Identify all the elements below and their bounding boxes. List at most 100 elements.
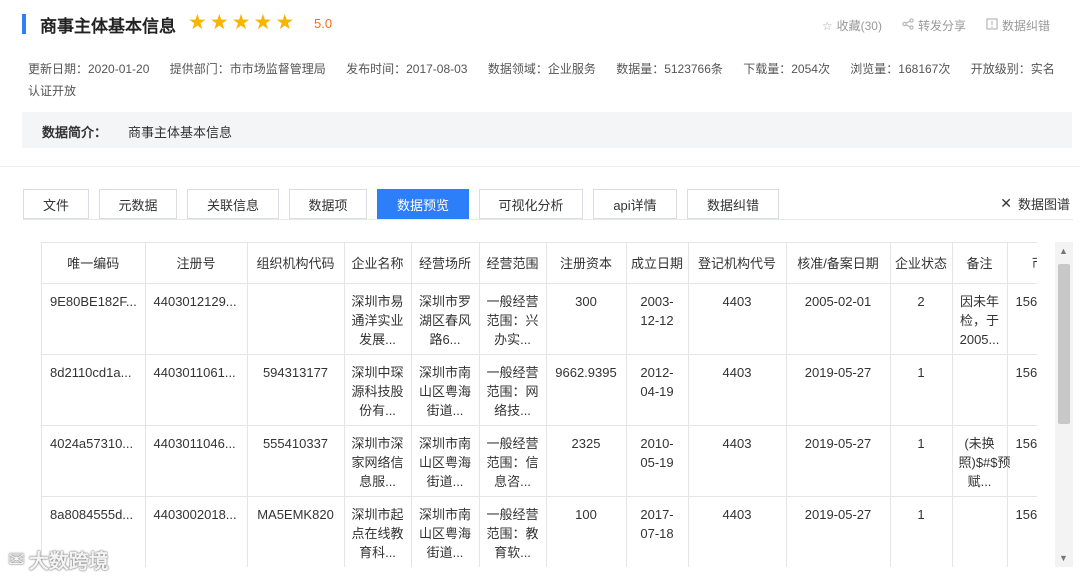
column-header[interactable]: 登记机构代号 (688, 243, 787, 284)
table-cell: 一般经营范围：信息咨... (479, 425, 547, 497)
table-cell: 4403011046... (145, 425, 248, 497)
column-header[interactable]: 经营范围 (479, 243, 547, 284)
table-row[interactable]: 8a8084555d... 4403002018... MA5EMK820 深圳… (42, 496, 1037, 567)
share-button[interactable]: 转发分享 (902, 17, 966, 34)
scroll-up-arrow-icon[interactable]: ▲ (1059, 246, 1068, 256)
table-cell: 因未年检，于2005... (952, 283, 1008, 355)
table-cell (952, 354, 1008, 426)
table-cell: 4024a57310... (42, 425, 146, 497)
meta-records: 数据量：5123766条 (616, 62, 723, 76)
table-cell: 2019-05-27 (786, 425, 891, 497)
table-cell: 156 (1007, 354, 1037, 426)
meta-downloads: 下载量：2054次 (743, 62, 830, 76)
title-accent-bar (22, 14, 26, 34)
watermark-text: 大数跨境 (28, 551, 109, 573)
table-cell: 深圳市罗湖区春风路6... (411, 283, 480, 355)
tab-metadata[interactable]: 元数据 (99, 189, 177, 219)
column-header[interactable]: 核准/备案日期 (786, 243, 891, 284)
star-outline-icon: ☆ (821, 18, 833, 33)
table-cell: 深圳市南山区粤海街道... (411, 496, 480, 567)
column-header[interactable]: 组织机构代码 (247, 243, 345, 284)
dataset-summary: 数据简介： 商事主体基本信息 (22, 112, 1072, 148)
meta-published: 发布时间：2017-08-03 (346, 62, 468, 76)
table-cell: 1 (890, 354, 953, 426)
tab-related-info[interactable]: 关联信息 (187, 189, 279, 219)
table-cell: 2005-02-01 (786, 283, 891, 355)
table-cell: 一般经营范围：兴办实... (479, 283, 547, 355)
star-icon: ★ (231, 11, 251, 34)
table-cell: 2019-05-27 (786, 496, 891, 567)
table-cell: MA5EMK820 (247, 496, 345, 567)
table-cell: 4403 (688, 496, 787, 567)
star-icon: ★ (275, 11, 295, 34)
summary-label: 数据简介： (42, 125, 108, 140)
table-cell: 深圳市起点在线教育科... (344, 496, 412, 567)
table-cell: 2010-05-19 (626, 425, 689, 497)
table-cell: 156 (1007, 283, 1037, 355)
table-cell: 2 (890, 283, 953, 355)
meta-department: 提供部门：市市场监督管理局 (169, 62, 326, 76)
column-header[interactable]: 唯一编码 (42, 243, 146, 284)
table-cell: 156 (1007, 425, 1037, 497)
table-cell: 深圳中琛源科技股份有... (344, 354, 412, 426)
column-header[interactable]: 企业状态 (890, 243, 953, 284)
table-cell: 1 (890, 425, 953, 497)
table-cell: 2017-07-18 (626, 496, 689, 567)
table-cell: 深圳市南山区粤海街道... (411, 425, 480, 497)
table-cell: 2012-04-19 (626, 354, 689, 426)
table-cell: 4403 (688, 425, 787, 497)
rating-stars: ★ ★ ★ ★ ★ (188, 11, 294, 35)
table-cell: 4403012129... (145, 283, 248, 355)
column-header[interactable]: 注册号 (145, 243, 248, 284)
page-title: 商事主体基本信息 (40, 17, 176, 36)
star-icon: ★ (188, 11, 207, 34)
share-label: 转发分享 (917, 19, 966, 33)
tab-files[interactable]: 文件 (23, 189, 89, 219)
tab-data-preview[interactable]: 数据预览 (377, 189, 469, 219)
table-row[interactable]: 4024a57310... 4403011046... 555410337 深圳… (42, 425, 1037, 497)
table-cell: 4403 (688, 283, 787, 355)
table-cell (247, 283, 345, 355)
page-header: 商事主体基本信息 ★ ★ ★ ★ ★ 5.0 ☆ 收藏(30) 转发分享 数据纠… (0, 0, 1080, 52)
table-header-row: 唯一编码 注册号 组织机构代码 企业名称 经营场所 经营范围 注册资本 成立日期… (42, 243, 1037, 284)
table-cell: 8d2110cd1a... (42, 354, 146, 426)
diagram-icon: ✕ (1000, 195, 1012, 211)
table-cell: 300 (546, 283, 627, 355)
section-divider (0, 166, 1080, 167)
data-diagram-link[interactable]: ✕ 数据图谱 (1000, 194, 1070, 213)
tab-data-correction[interactable]: 数据纠错 (687, 189, 779, 219)
table-cell: (未换照)$#$预赋... (952, 425, 1011, 497)
correction-button[interactable]: 数据纠错 (986, 17, 1050, 34)
scroll-down-arrow-icon[interactable]: ▼ (1059, 553, 1068, 563)
column-header[interactable]: 企业名称 (344, 243, 412, 284)
tab-bar: 文件 元数据 关联信息 数据项 数据预览 可视化分析 api详情 数据纠错 (23, 189, 779, 219)
column-header[interactable]: 币种 (1007, 243, 1037, 284)
meta-updated: 更新日期：2020-01-20 (28, 62, 150, 76)
table-cell: 一般经营范围：网络技... (479, 354, 547, 426)
favorite-button[interactable]: ☆ 收藏(30) (822, 17, 882, 34)
table-row[interactable]: 8d2110cd1a... 4403011061... 594313177 深圳… (42, 354, 1037, 426)
column-header[interactable]: 成立日期 (626, 243, 689, 284)
column-header[interactable]: 经营场所 (411, 243, 480, 284)
tab-underline (23, 219, 1073, 220)
table-cell: 9662.9395 (546, 354, 627, 426)
tab-visual-analysis[interactable]: 可视化分析 (479, 189, 583, 219)
diagram-label: 数据图谱 (1017, 197, 1070, 212)
column-header[interactable]: 备注 (952, 243, 1008, 284)
column-header[interactable]: 注册资本 (546, 243, 627, 284)
table-cell: 555410337 (247, 425, 345, 497)
table-cell (952, 496, 1008, 567)
table-cell: 156 (1007, 496, 1037, 567)
tab-data-items[interactable]: 数据项 (289, 189, 367, 219)
table-cell: 2325 (546, 425, 627, 497)
scrollbar-thumb[interactable] (1058, 264, 1070, 424)
tab-api-details[interactable]: api详情 (593, 189, 677, 219)
summary-text: 商事主体基本信息 (128, 125, 233, 140)
table-row[interactable]: 9E80BE182F... 4403012129... 深圳市易通洋实业发展..… (42, 283, 1037, 355)
meta-views: 浏览量：168167次 (850, 62, 951, 76)
table-cell: 一般经营范围：教育软... (479, 496, 547, 567)
table-scrollbar[interactable]: ▲ ▼ (1055, 242, 1073, 567)
data-preview-table: 唯一编码 注册号 组织机构代码 企业名称 经营场所 经营范围 注册资本 成立日期… (41, 242, 1037, 567)
table-cell: 深圳市深家网络信息服... (344, 425, 412, 497)
table-cell: 深圳市南山区粤海街道... (411, 354, 480, 426)
